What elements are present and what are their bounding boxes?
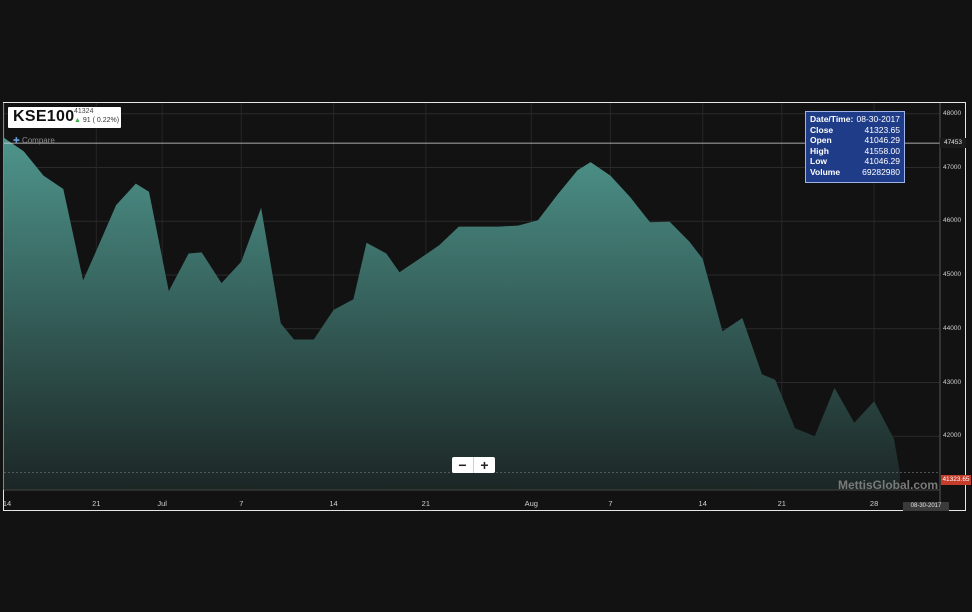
- tooltip-key: Date/Time:: [810, 114, 854, 124]
- tooltip-key: High: [810, 145, 829, 156]
- y-tick-label: 43000: [943, 378, 962, 386]
- tooltip-value: 41323.65: [864, 124, 900, 135]
- tooltip-row: Open 41046.29: [810, 135, 900, 146]
- tooltip-key: Open: [810, 135, 832, 145]
- zoom-in-button[interactable]: +: [474, 457, 495, 473]
- compare-label: Compare: [21, 136, 55, 145]
- data-tooltip: Date/Time: 08-30-2017 Close 41323.65 Open 410…: [805, 111, 905, 183]
- price-change: ▲ 91 ( 0.22%): [74, 117, 119, 124]
- y-tick-label: 46000: [943, 217, 962, 225]
- x-tick-label: 7: [239, 499, 244, 508]
- price-area: [4, 137, 900, 490]
- crosshair-price-label: 47453: [940, 138, 966, 148]
- x-tick-label: 7: [608, 499, 613, 508]
- crosshair-date-label: 08-30-2017: [903, 502, 949, 511]
- x-tick-label: 21: [421, 499, 431, 508]
- zoom-out-button[interactable]: −: [452, 457, 473, 473]
- tooltip-key: Close: [810, 124, 834, 135]
- tooltip-row: Close 41323.65: [810, 125, 900, 136]
- y-tick-label: 42000: [943, 432, 962, 440]
- x-tick-label: Jul: [157, 499, 167, 508]
- x-tick-label: 14: [698, 499, 707, 508]
- watermark: MettisGlobal.com: [838, 478, 939, 492]
- tooltip-value: 08-30-2017: [856, 114, 900, 124]
- tooltip-value: 41558.00: [864, 145, 900, 156]
- tooltip-key: Low: [810, 156, 827, 166]
- tooltip-key: Volume: [810, 166, 841, 177]
- last-price: 41324: [74, 108, 94, 115]
- tooltip-row: Date/Time: 08-30-2017: [810, 114, 900, 125]
- change-text: 91 ( 0.22%): [82, 117, 120, 124]
- x-tick-label: 21: [92, 499, 101, 508]
- tooltip-row: Volume 69282980: [810, 167, 900, 178]
- compare-icon: ✚: [13, 136, 20, 145]
- y-tick-label: 45000: [943, 271, 962, 278]
- symbol-name: KSE100: [13, 108, 75, 125]
- tooltip-value: 41046.29: [864, 135, 900, 145]
- current-price-label: 41323.65: [941, 475, 971, 485]
- x-tick-label: Aug: [524, 499, 538, 508]
- tooltip-value: 41046.29: [864, 156, 900, 166]
- tooltip-row: High 41558.00: [810, 146, 900, 157]
- compare-button[interactable]: ✚ Compare: [13, 136, 55, 145]
- symbol-box: KSE100 41324 ▲ 91 ( 0.22%): [8, 107, 121, 128]
- up-arrow-icon: ▲: [74, 117, 81, 124]
- x-tick-label: 14: [329, 499, 338, 508]
- y-tick-label: 48000: [943, 109, 962, 117]
- tooltip-value: 69282980: [862, 166, 900, 177]
- tooltip-row: Low 41046.29: [810, 156, 900, 167]
- x-tick-label: 21: [777, 499, 786, 508]
- zoom-controls: − +: [452, 457, 495, 473]
- x-tick-label: 14: [2, 499, 12, 508]
- y-tick-label: 44000: [943, 324, 962, 332]
- y-tick-label: 47000: [943, 163, 962, 171]
- x-tick-label: 28: [869, 499, 879, 508]
- price-area-chart[interactable]: [0, 0, 972, 612]
